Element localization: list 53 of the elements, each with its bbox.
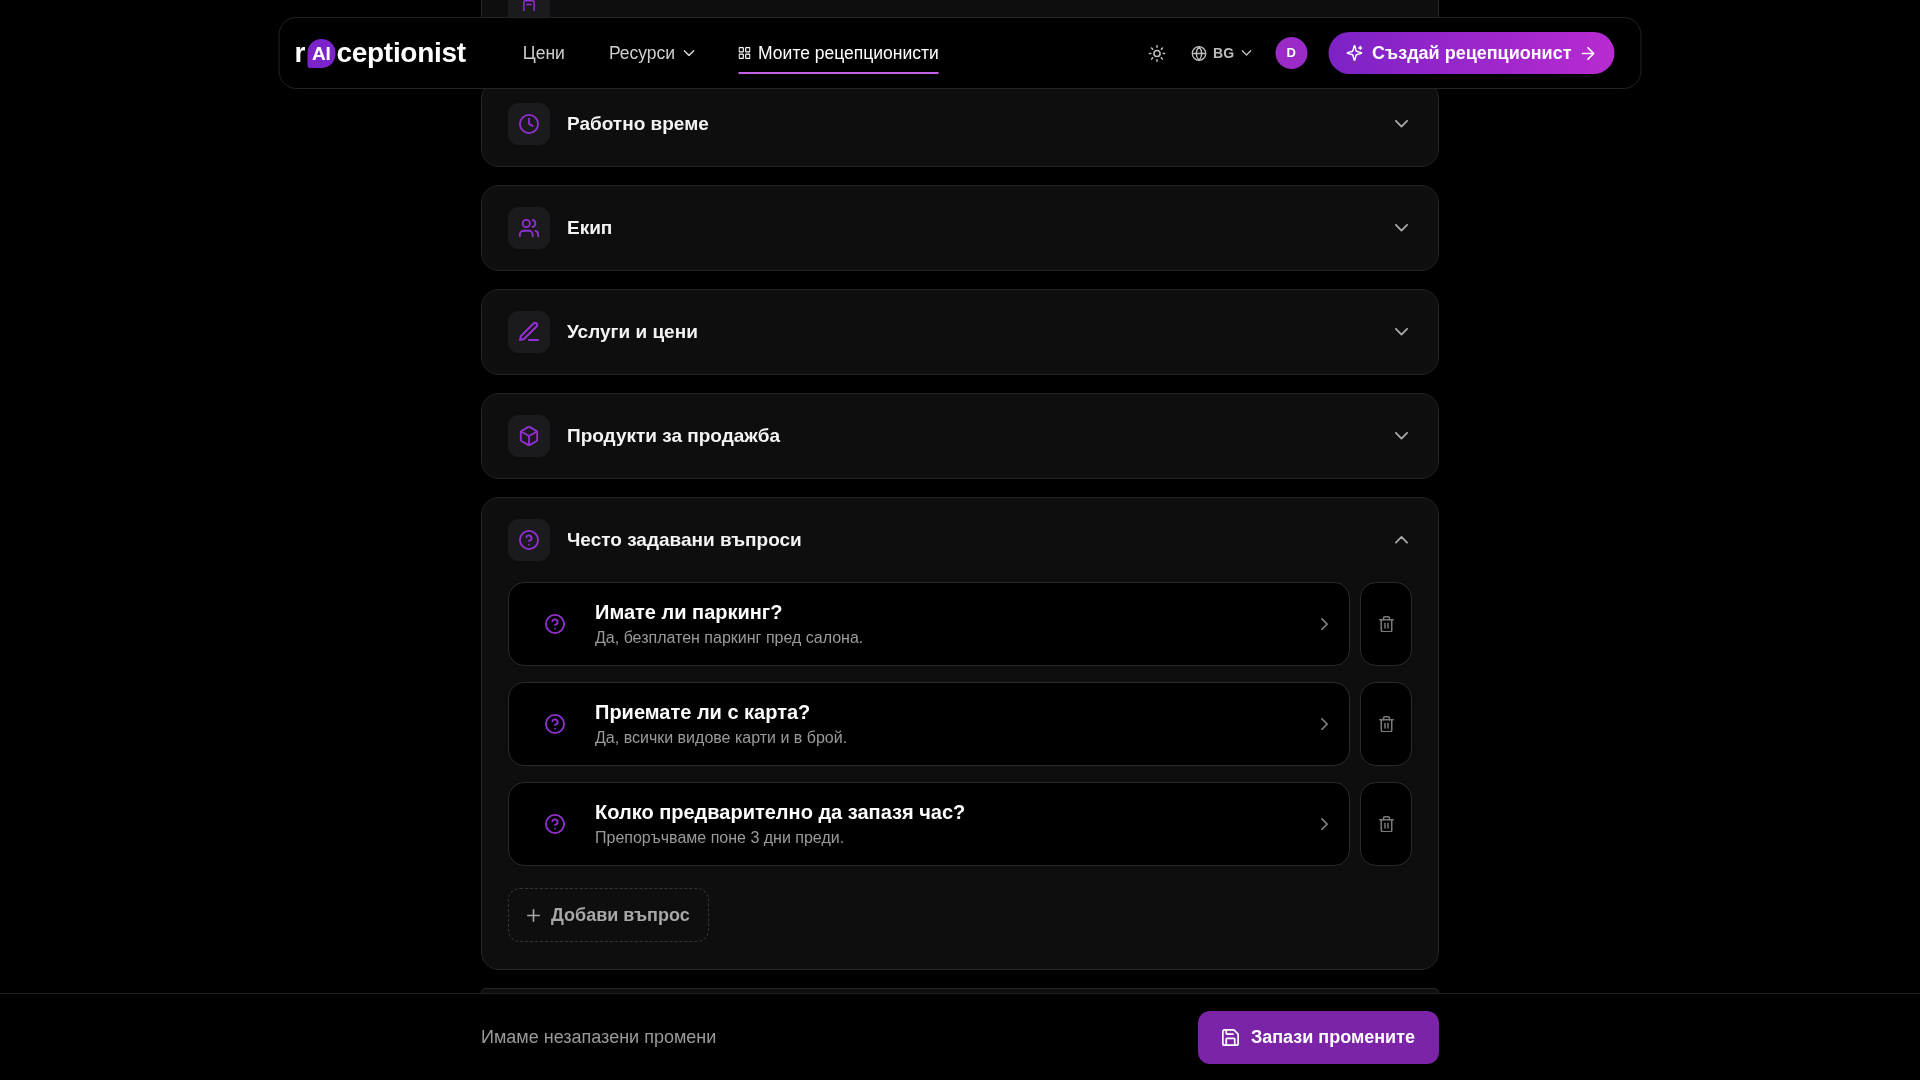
- logo-badge: AI: [307, 38, 336, 68]
- grid-icon: [738, 47, 751, 59]
- faq-answer: Препоръчваме поне 3 дни преди.: [595, 827, 845, 848]
- section-title[interactable]: Продукти за продажба: [567, 421, 1378, 451]
- sun-icon[interactable]: [1148, 44, 1166, 62]
- section-title[interactable]: Екип: [567, 213, 1378, 243]
- faq-question: Приемате ли с карта?: [595, 699, 811, 725]
- chevron-right-icon: [1321, 817, 1328, 831]
- faq-question: Колко предварително да запазя час?: [595, 799, 966, 825]
- trash-icon: [1378, 815, 1394, 833]
- faq-item[interactable]: Приемате ли с карта? Да, всички видове карти и в брой.: [508, 682, 1350, 766]
- question-icon: [545, 814, 565, 834]
- chevron-right-icon: [1321, 717, 1328, 731]
- question-icon: [508, 519, 550, 561]
- section-title[interactable]: Работно време: [567, 109, 1378, 139]
- save-button[interactable]: Запази промените: [1197, 1010, 1439, 1064]
- save-icon: [1221, 1028, 1239, 1046]
- chevron-right-icon: [1321, 617, 1328, 631]
- plus-icon: [527, 908, 540, 922]
- chevron-up-icon[interactable]: [1395, 536, 1408, 544]
- question-icon: [545, 714, 565, 734]
- chevron-down-icon[interactable]: [1395, 432, 1408, 440]
- nav-link[interactable]: Моите рецепционисти: [738, 31, 939, 75]
- faq-item[interactable]: Колко предварително да запазя час? Препоръчваме поне 3 дни преди.: [508, 782, 1350, 866]
- nav-link[interactable]: Цени: [522, 31, 565, 75]
- clock-icon: [508, 103, 550, 145]
- status-text: Имаме незапазени промени: [481, 1025, 717, 1049]
- language-selector[interactable]: BG: [1191, 42, 1252, 64]
- logo[interactable]: r AI ceptionist: [294, 32, 466, 74]
- users-icon: [508, 207, 550, 249]
- trash-icon: [1378, 715, 1394, 733]
- create-button[interactable]: Създай рецепционист: [1328, 32, 1615, 74]
- user-avatar[interactable]: D: [1275, 37, 1308, 69]
- faq-item[interactable]: Имате ли паркинг? Да, безплатен паркинг пред салона.: [508, 582, 1350, 666]
- arrow-right-icon: [1581, 46, 1595, 60]
- question-icon: [545, 614, 565, 634]
- sparkles-icon: [1346, 45, 1363, 61]
- chevron-down-icon[interactable]: [1395, 224, 1408, 232]
- chevron-down-icon[interactable]: [1395, 328, 1408, 336]
- chevron-down-icon[interactable]: [1395, 120, 1408, 128]
- box-icon: [508, 415, 550, 457]
- faq-answer: Да, всички видове карти и в брой.: [595, 727, 848, 748]
- add-question-button[interactable]: Добави въпрос: [508, 888, 709, 942]
- section-title[interactable]: Често задавани въпроси: [567, 525, 1378, 555]
- trash-icon: [1378, 615, 1394, 633]
- globe-icon: [1191, 45, 1207, 61]
- chevron-down-icon: [683, 49, 695, 57]
- section-title[interactable]: Услуги и цени: [567, 317, 1378, 347]
- pencil-icon: [508, 311, 550, 353]
- faq-question: Имате ли паркинг?: [595, 599, 783, 625]
- faq-answer: Да, безплатен паркинг пред салона.: [595, 627, 864, 648]
- nav-link[interactable]: Ресурси: [608, 31, 695, 75]
- chevron-down-icon: [1241, 50, 1252, 56]
